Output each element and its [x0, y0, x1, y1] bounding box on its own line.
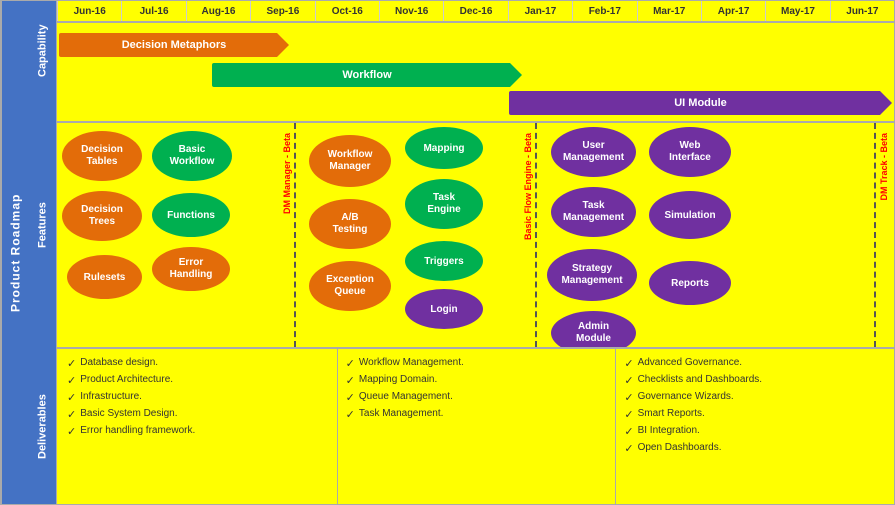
beta-label-1: DM Manager - Beta	[282, 133, 292, 214]
features-section: DM Manager - Beta Basic Flow Engine - Be…	[57, 123, 894, 349]
rulesets-ellipse: Rulesets	[67, 255, 142, 299]
dashed-line-2	[535, 123, 537, 347]
deliv-1-4: ✓Basic System Design.	[67, 408, 329, 421]
month-apr17: Apr-17	[701, 1, 765, 21]
deliv-2-4: ✓Task Management.	[346, 408, 608, 421]
exception-queue-ellipse: ExceptionQueue	[309, 261, 391, 311]
beta-label-2: Basic Flow Engine - Beta	[523, 133, 533, 240]
deliv-3-3: ✓Governance Wizards.	[624, 391, 886, 404]
ui-module-label: UI Module	[674, 97, 727, 109]
deliv-3-4: ✓Smart Reports.	[624, 408, 886, 421]
month-header-row: Jun-16 Jul-16 Aug-16 Sep-16 Oct-16 Nov-1…	[57, 1, 894, 23]
deliverables-column-2: ✓Workflow Management. ✓Mapping Domain. ✓…	[338, 349, 617, 504]
deliv-3-5: ✓BI Integration.	[624, 425, 886, 438]
decision-metaphors-label: Decision Metaphors	[122, 39, 227, 51]
mapping-ellipse: Mapping	[405, 127, 483, 169]
month-oct16: Oct-16	[315, 1, 379, 21]
login-ellipse: Login	[405, 289, 483, 329]
workflow-bar: Workflow	[212, 63, 522, 87]
month-jun17: Jun-17	[830, 1, 894, 21]
beta-label-3: DM Track - Beta	[879, 133, 889, 201]
capability-label: Capability	[29, 1, 56, 101]
deliv-1-3: ✓Infrastructure.	[67, 391, 329, 404]
month-dec16: Dec-16	[443, 1, 507, 21]
functions-ellipse: Functions	[152, 193, 230, 237]
main-content: Jun-16 Jul-16 Aug-16 Sep-16 Oct-16 Nov-1…	[57, 1, 894, 504]
features-label: Features	[29, 101, 56, 349]
deliv-3-1: ✓Advanced Governance.	[624, 357, 886, 370]
deliverables-column-3: ✓Advanced Governance. ✓Checklists and Da…	[616, 349, 894, 504]
deliv-1-2: ✓Product Architecture.	[67, 374, 329, 387]
workflow-label: Workflow	[342, 69, 391, 81]
basic-workflow-ellipse: BasicWorkflow	[152, 131, 232, 181]
capability-section: Decision Metaphors Workflow UI Module	[57, 23, 894, 123]
dashed-line-3	[874, 123, 876, 347]
month-jun16: Jun-16	[57, 1, 121, 21]
decision-trees-ellipse: DecisionTrees	[62, 191, 142, 241]
deliverables-section: ✓Database design. ✓Product Architecture.…	[57, 349, 894, 504]
triggers-ellipse: Triggers	[405, 241, 483, 281]
workflow-manager-ellipse: WorkflowManager	[309, 135, 391, 187]
web-interface-ellipse: WebInterface	[649, 127, 731, 177]
ab-testing-ellipse: A/BTesting	[309, 199, 391, 249]
deliverables-column-1: ✓Database design. ✓Product Architecture.…	[57, 349, 338, 504]
task-management-ellipse: TaskManagement	[551, 187, 636, 237]
deliv-2-1: ✓Workflow Management.	[346, 357, 608, 370]
sections-labels: Capability Features Deliverables	[29, 1, 57, 504]
deliv-3-2: ✓Checklists and Dashboards.	[624, 374, 886, 387]
ui-module-bar: UI Module	[509, 91, 892, 115]
decision-tables-ellipse: DecisionTables	[62, 131, 142, 181]
month-nov16: Nov-16	[379, 1, 443, 21]
month-mar17: Mar-17	[637, 1, 701, 21]
deliv-1-1: ✓Database design.	[67, 357, 329, 370]
user-management-ellipse: UserManagement	[551, 127, 636, 177]
reports-ellipse: Reports	[649, 261, 731, 305]
product-roadmap-label: Product Roadmap	[1, 1, 29, 504]
month-may17: May-17	[765, 1, 829, 21]
month-aug16: Aug-16	[186, 1, 250, 21]
month-jul16: Jul-16	[121, 1, 185, 21]
deliv-3-6: ✓Open Dashboards.	[624, 442, 886, 455]
deliv-2-3: ✓Queue Management.	[346, 391, 608, 404]
error-handling-ellipse: ErrorHandling	[152, 247, 230, 291]
strategy-management-ellipse: StrategyManagement	[547, 249, 637, 301]
month-sep16: Sep-16	[250, 1, 314, 21]
deliverables-label: Deliverables	[29, 349, 56, 504]
deliv-2-2: ✓Mapping Domain.	[346, 374, 608, 387]
simulation-ellipse: Simulation	[649, 191, 731, 239]
task-engine-ellipse: TaskEngine	[405, 179, 483, 229]
decision-metaphors-bar: Decision Metaphors	[59, 33, 289, 57]
deliv-1-5: ✓Error handling framework.	[67, 425, 329, 438]
month-feb17: Feb-17	[572, 1, 636, 21]
dashed-line-1	[294, 123, 296, 347]
month-jan17: Jan-17	[508, 1, 572, 21]
admin-module-ellipse: AdminModule	[551, 311, 636, 349]
